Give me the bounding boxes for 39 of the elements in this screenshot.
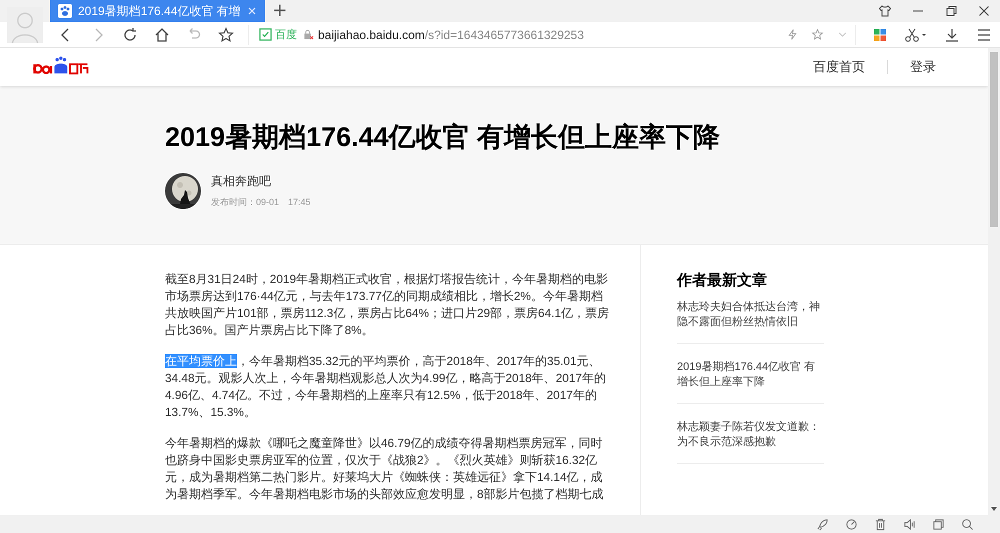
verified-label: 百度: [275, 28, 297, 42]
nav-link[interactable]: 登录: [908, 58, 938, 76]
star-icon[interactable]: [811, 28, 824, 41]
article-paragraph: 今年暑期档的爆款《哪吒之魔童降世》以46.79亿的成绩夺得暑期档票房冠军，同时也跻身中国影史票房亚军的位置，仅次于《战狼2》。《烈火英雄》则斩获16.32亿元，成为暑期档第二热门影片。好莱坞大片《蜘蛛侠：英雄远征》拿下14.14亿，成为暑期档季军。今年暑期档电影市场的头部效应愈发明显，8部影片包揽了档期七成: [165, 435, 605, 503]
window-icon[interactable]: [932, 518, 945, 530]
scissors-icon[interactable]: [904, 26, 928, 42]
star-icon[interactable]: [218, 26, 234, 42]
lock-icon: [303, 29, 314, 40]
article-link[interactable]: 林志颖妻子陈若仪发文道歉：为不良示范深感抱歉: [677, 420, 824, 464]
sidebar-heading: 作者最新文章: [677, 271, 768, 290]
article-link[interactable]: 林志玲夫妇合体抵达台湾，神隐不露面但粉丝热情依旧: [677, 300, 824, 344]
article-link[interactable]: 2019暑期档176.44亿收官 有增长但上座率下降: [677, 360, 824, 404]
article-paragraph: 在平均票价上，今年暑期档35.32元的平均票价，高于2018年、2017年的35.01元、34.48元。观影人次上，今年暑期档观影总人次为4.99亿，略高于2018年、2017年的4.96亿、4.74亿。不过，今年暑期档的上座率只有12.5%，低于2018年、2017年的13.7%、15.3%。: [165, 353, 607, 421]
paw-icon: [58, 4, 72, 18]
address-field[interactable]: baijiahao.baidu.com/s?id=1643465773661329253: [318, 28, 584, 42]
trash-icon[interactable]: [874, 518, 887, 530]
new-tab-button[interactable]: +: [264, 0, 295, 22]
nav-link[interactable]: 百度首页: [811, 58, 867, 76]
menu-icon[interactable]: [976, 26, 992, 42]
speed-icon[interactable]: [845, 518, 858, 530]
reload-icon[interactable]: [122, 26, 138, 42]
speaker-icon[interactable]: [903, 518, 916, 530]
tab-title: 2019暑期档176.44亿收官 有增: [78, 2, 241, 20]
browser-tab[interactable]: 2019暑期档176.44亿收官 有增: [50, 0, 265, 22]
home-icon[interactable]: [154, 26, 170, 42]
download-icon[interactable]: [944, 26, 960, 42]
scroll-down-icon[interactable]: [990, 506, 998, 512]
publish-time: 发布时间：09-01 17:45: [211, 196, 311, 209]
shirt-icon[interactable]: [878, 4, 892, 18]
verified-icon: [259, 28, 272, 41]
apps-icon[interactable]: [872, 26, 888, 42]
search-icon[interactable]: [961, 518, 974, 530]
article-title: 2019暑期档176.44亿收官 有增长但上座率下降: [165, 121, 722, 154]
scrollbar-thumb[interactable]: [990, 52, 998, 227]
restore-icon[interactable]: [944, 4, 958, 18]
article-paragraph: 截至8月31日24时，2019年暑期档正式收官，根据灯塔报告统计，今年暑期档的电影市场票房达到176·44亿元，与去年173.77亿的同期成绩相比，增长2%。今年暑期档共放映国产片101部，票房112.3亿，票房占比64%；进口片29部，票房64.1亿，票房占比36%。国产片票房占比下降了8%。: [165, 271, 610, 339]
lightning-icon[interactable]: [786, 28, 799, 41]
author-name[interactable]: 真相奔跑吧: [211, 173, 311, 190]
close-icon[interactable]: [977, 4, 991, 18]
